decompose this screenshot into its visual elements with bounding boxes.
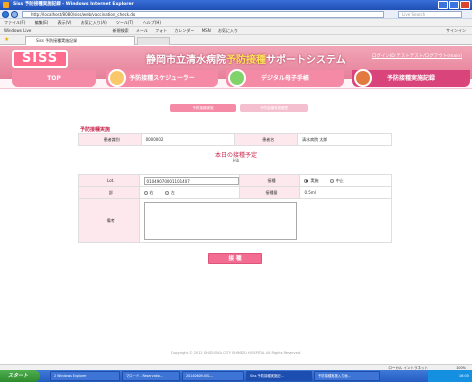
toolbar-new-search[interactable]: 新規検索 bbox=[113, 28, 129, 33]
toolbar-favorites[interactable]: お気に入り bbox=[218, 28, 238, 33]
address-row: http://localhost/8080/siss/web/vaccinati… bbox=[0, 10, 472, 19]
browser-tab[interactable]: Siss 予防接種実施記録 bbox=[25, 36, 135, 45]
window-title-bar: Siss 予防接種実施記録 - Windows Internet Explore… bbox=[0, 0, 472, 10]
injection-stop-label: 中止 bbox=[335, 177, 344, 183]
part-label: 部 bbox=[78, 186, 140, 199]
task-reservation[interactable]: マロード - Reservatio... bbox=[122, 371, 180, 381]
search-input[interactable]: Live Search bbox=[398, 11, 462, 18]
note-textarea[interactable] bbox=[143, 201, 297, 240]
copyright-footer: Copyright © 2012 SHIZUOKA CITY SHIMIZU H… bbox=[170, 351, 302, 355]
lot-label: Lot. bbox=[78, 174, 140, 187]
vaccine-name: Hib bbox=[232, 158, 240, 163]
vaccination-form: Lot. 01049070001101407 接種 実施 中止 部 右 左 接種… bbox=[78, 174, 393, 243]
tab-row: ★ Siss 予防接種実施記録 ページ(P) ▾ ツール(O) ▾ bbox=[0, 35, 472, 77]
app-header: SISS 静岡市立清水病院予防接種サポートシステム ログインID:テストテスト/… bbox=[0, 46, 472, 89]
injection-done-radio[interactable] bbox=[304, 178, 309, 183]
system-title-vaccination: 予防接種 bbox=[226, 55, 266, 66]
windows-live-link[interactable]: Windows Live bbox=[4, 28, 31, 33]
menu-bar: ファイル(F) 編集(E) 表示(V) お気に入り(A) ツール(T) ヘルプ(… bbox=[0, 19, 472, 27]
menu-view[interactable]: 表示(V) bbox=[58, 20, 72, 25]
injection-label: 接種 bbox=[238, 174, 301, 187]
minimize-button[interactable] bbox=[438, 1, 448, 9]
nav-bar: TOP 予防接種スケジューラー デジタル母子手帳 予防接種実施記録 bbox=[0, 69, 472, 89]
sub-tabs: 予防接種実施 予防接種実施履歴 bbox=[0, 104, 472, 112]
part-left-radio[interactable] bbox=[164, 190, 169, 195]
menu-help[interactable]: ヘルプ(H) bbox=[143, 20, 161, 25]
toolbar-photo[interactable]: フォト bbox=[155, 28, 167, 33]
patient-name-value: 清水病院 太郎 bbox=[297, 133, 392, 146]
system-title-hospital: 静岡市立清水病院 bbox=[146, 55, 226, 66]
part-left-label: 左 bbox=[170, 189, 175, 195]
patient-id-value: 0000002 bbox=[140, 133, 236, 146]
new-tab-button[interactable] bbox=[137, 37, 170, 45]
ie-icon bbox=[3, 2, 9, 8]
task-explorer[interactable]: 2 Windows Explorer bbox=[50, 371, 120, 381]
subtab-vaccination-history[interactable]: 予防接種実施履歴 bbox=[240, 104, 308, 112]
patient-name-label: 患者名 bbox=[234, 133, 299, 146]
lot-input[interactable]: 01049070001101407 bbox=[143, 176, 239, 185]
clock: 16:05 bbox=[428, 370, 472, 382]
menu-tools[interactable]: ツール(T) bbox=[116, 20, 134, 25]
part-right-radio[interactable] bbox=[143, 190, 148, 195]
dose-value: 0.5ml bbox=[299, 186, 392, 199]
subtab-vaccination[interactable]: 予防接種実施 bbox=[170, 104, 236, 112]
forward-icon[interactable] bbox=[11, 11, 18, 18]
part-right-label: 右 bbox=[149, 189, 154, 195]
task-doc[interactable]: 20140609-ISS-... bbox=[182, 371, 244, 381]
system-title: 静岡市立清水病院予防接種サポートシステム bbox=[146, 51, 346, 66]
patient-table: 患者識別 0000002 患者名 清水病院 太郎 bbox=[78, 133, 392, 146]
toolbar-mail[interactable]: メール bbox=[136, 28, 148, 33]
siss-logo: SISS bbox=[12, 50, 68, 68]
menu-file[interactable]: ファイル(F) bbox=[4, 20, 25, 25]
address-bar[interactable]: http://localhost/8080/siss/web/vaccinati… bbox=[22, 11, 384, 18]
bear-face-icon bbox=[354, 69, 372, 87]
back-icon[interactable] bbox=[2, 11, 9, 18]
menu-edit[interactable]: 編集(E) bbox=[35, 20, 49, 25]
nav-top[interactable]: TOP bbox=[12, 70, 96, 87]
section-title: 予防接種実施 bbox=[80, 127, 111, 133]
injection-done-label: 実施 bbox=[310, 177, 319, 183]
system-title-support: サポートシステム bbox=[266, 55, 346, 66]
note-label: 備考 bbox=[78, 198, 140, 243]
favorites-star-icon[interactable]: ★ bbox=[4, 36, 9, 43]
inject-submit-button[interactable]: 接 種 bbox=[208, 253, 262, 264]
taskbar: スタート 2 Windows Explorer マロード - Reservati… bbox=[0, 370, 472, 382]
toolbar-calendar[interactable]: カレンダー bbox=[174, 28, 194, 33]
patient-id-label: 患者識別 bbox=[78, 133, 142, 146]
task-siss[interactable]: Siss 予防接種実施記... bbox=[246, 371, 312, 381]
sign-in-link[interactable]: サインイン bbox=[446, 27, 466, 35]
start-button[interactable]: スタート bbox=[0, 370, 40, 382]
window-title: Siss 予防接種実施記録 - Windows Internet Explore… bbox=[13, 2, 134, 7]
close-button[interactable] bbox=[460, 1, 470, 9]
links-toolbar: Windows Live 新規検索 メール フォト カレンダー MSN お気に入… bbox=[0, 27, 472, 35]
bear-icon bbox=[108, 69, 126, 87]
maximize-button[interactable] bbox=[449, 1, 459, 9]
page-content: SISS 静岡市立清水病院予防接種サポートシステム ログインID:テストテスト/… bbox=[0, 46, 472, 364]
task-input[interactable]: 予防接種実施入力画... bbox=[314, 371, 380, 381]
frog-icon bbox=[228, 69, 246, 87]
logout-link[interactable]: ログインID:テストテスト/ログアウト(main) bbox=[372, 53, 462, 59]
toolbar-msn[interactable]: MSN bbox=[202, 28, 211, 33]
dose-label: 接種量 bbox=[238, 186, 301, 199]
injection-stop-radio[interactable] bbox=[329, 178, 334, 183]
menu-favorites[interactable]: お気に入り(A) bbox=[81, 20, 107, 25]
